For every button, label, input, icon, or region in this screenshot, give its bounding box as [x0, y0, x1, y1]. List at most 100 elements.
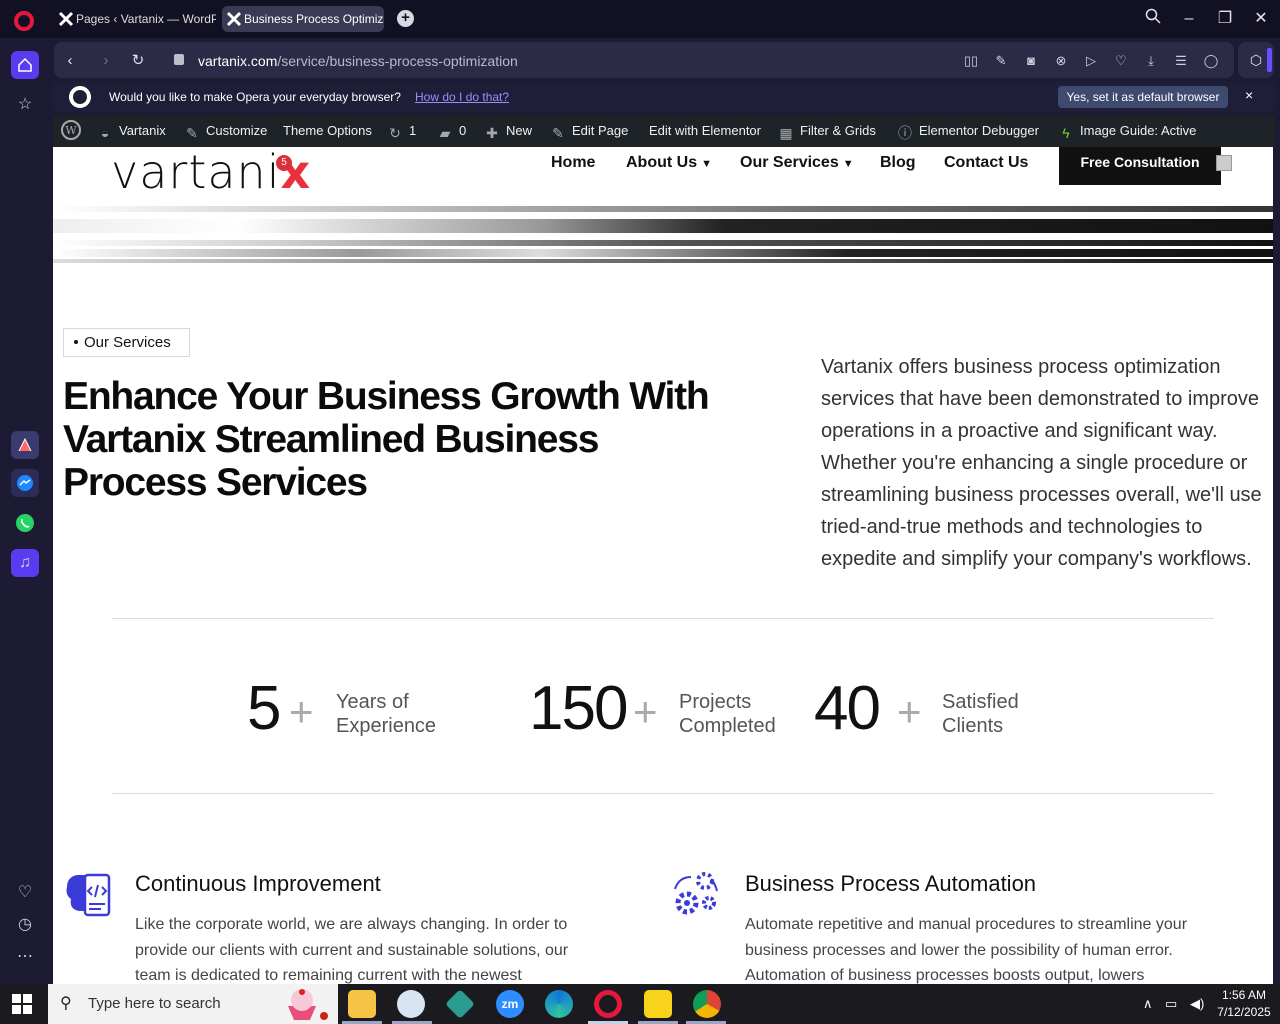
pinboard-heart-icon[interactable]: ♡: [1112, 52, 1130, 70]
stat-clients: 40 + Satisfied Clients: [814, 674, 1054, 744]
wp-site-name[interactable]: ◒ Vartanix: [97, 115, 166, 147]
url-path: /service/business-process-optimization: [277, 53, 518, 69]
tray-expand-icon[interactable]: ∧: [1143, 996, 1153, 1012]
nav-about-us[interactable]: About Us ▼: [626, 154, 712, 172]
nav-home[interactable]: Home: [551, 154, 595, 172]
hero-banner-image: [53, 205, 1273, 265]
wp-customize[interactable]: ✎ Customize: [184, 115, 267, 147]
url-host: vartanix.com: [198, 53, 278, 69]
free-consultation-button[interactable]: Free Consultation: [1059, 147, 1221, 185]
prompt-help-link[interactable]: How do I do that?: [415, 90, 509, 104]
brush-icon: ✎: [186, 125, 198, 141]
wp-site-label: Vartanix: [119, 123, 166, 138]
wp-comments[interactable]: ▰ 0: [437, 115, 467, 147]
file-explorer-icon[interactable]: [348, 990, 376, 1018]
taskbar-search-input[interactable]: ⚲ Type here to search: [48, 984, 338, 1024]
download-icon[interactable]: ⤓: [1142, 52, 1160, 70]
messenger-icon[interactable]: [11, 469, 39, 497]
forward-button[interactable]: ›: [96, 51, 116, 71]
stat-label-line: Projects: [679, 691, 752, 713]
adblock-icon[interactable]: ⊗: [1052, 52, 1070, 70]
address-bar: ‹ › ↻ vartanix.com/service/business-proc…: [54, 42, 1234, 78]
tab-business-process[interactable]: Business Process Optimiza: [222, 6, 384, 32]
flow-icon[interactable]: ▷: [1082, 52, 1100, 70]
windows-start-icon[interactable]: [12, 994, 32, 1014]
gears-automation-icon: [674, 872, 718, 915]
search-icon: ⚲: [60, 995, 72, 1012]
chrome-browser-icon[interactable]: [693, 990, 721, 1018]
sticky-notes-icon[interactable]: [644, 990, 672, 1018]
volume-icon[interactable]: ◀): [1190, 996, 1204, 1012]
aria-app-icon[interactable]: [11, 431, 39, 459]
wp-updates[interactable]: ↻ 1: [387, 115, 416, 147]
wp-elementor-debugger[interactable]: ⓘ Elementor Debugger: [897, 115, 1039, 147]
stat-label-line: Years of: [336, 691, 409, 713]
more-options-icon[interactable]: ⋯: [11, 943, 39, 971]
section-tag-label: Our Services: [84, 334, 171, 351]
stat-projects: 150 + Projects Completed: [529, 674, 809, 744]
tab-search-icon[interactable]: [1142, 8, 1164, 30]
set-default-button[interactable]: Yes, set it as default browser: [1058, 86, 1228, 108]
sidebar-toggle-indicator[interactable]: [1267, 48, 1272, 72]
heart-icon[interactable]: ♡: [11, 879, 39, 907]
taskbar-clock[interactable]: 1:56 AM 7/12/2025: [1213, 987, 1275, 1021]
music-player-icon[interactable]: ♫: [11, 549, 39, 577]
stat-label: Projects Completed: [679, 690, 829, 738]
wp-edit-elementor[interactable]: Edit with Elementor: [649, 115, 761, 147]
opera-menu-icon[interactable]: [14, 11, 34, 31]
feature-text: Like the corporate world, we are always …: [135, 916, 569, 984]
nav-contact-us[interactable]: Contact Us: [944, 154, 1028, 172]
zoom-app-icon[interactable]: zm: [496, 990, 524, 1018]
stat-years: 5 + Years of Experience: [247, 674, 507, 744]
cupcake-search-highlight-icon: [288, 989, 328, 1020]
browser-tab-strip: Pages ‹ Vartanix — WordP Business Proces…: [0, 0, 1280, 38]
stat-plus: +: [897, 688, 922, 735]
opera-browser-icon[interactable]: [594, 990, 622, 1018]
history-icon[interactable]: ◷: [11, 911, 39, 939]
nav-our-services[interactable]: Our Services ▼: [740, 154, 854, 172]
new-tab-button[interactable]: +: [397, 10, 414, 27]
reader-mode-icon[interactable]: ▯▯: [962, 52, 980, 70]
chevron-down-icon: ▼: [842, 158, 854, 170]
wp-new[interactable]: ✚ New: [484, 115, 532, 147]
chevron-down-icon: ▼: [701, 158, 712, 170]
opera-logo-icon: [69, 86, 91, 108]
logo-wordmark: vartani: [111, 147, 281, 199]
edge-browser-icon[interactable]: [545, 990, 573, 1018]
network-icon[interactable]: ▭: [1165, 996, 1177, 1012]
stat-label-line: Experience: [336, 715, 437, 737]
nav-blog[interactable]: Blog: [880, 154, 916, 172]
avatar[interactable]: [1216, 155, 1232, 171]
profile-icon[interactable]: ◯: [1202, 52, 1220, 70]
maximize-button[interactable]: ❐: [1214, 8, 1236, 30]
prompt-close-button[interactable]: ×: [1245, 87, 1253, 103]
comment-icon: ▰: [439, 125, 451, 141]
back-button[interactable]: ‹: [60, 51, 80, 71]
camera-icon[interactable]: ◙: [1022, 52, 1040, 70]
reload-button[interactable]: ↻: [128, 51, 148, 71]
home-icon[interactable]: [11, 51, 39, 79]
url-field[interactable]: vartanix.com/service/business-process-op…: [198, 53, 518, 69]
whatsapp-icon[interactable]: [11, 509, 39, 537]
easy-setup-icon[interactable]: ☰: [1172, 52, 1190, 70]
close-window-button[interactable]: ✕: [1250, 8, 1272, 30]
wordpress-logo-icon[interactable]: W: [61, 115, 81, 147]
tab-wordpress-pages[interactable]: Pages ‹ Vartanix — WordP: [54, 6, 216, 32]
grid-icon: ▦: [779, 125, 793, 141]
minimize-button[interactable]: –: [1178, 8, 1200, 30]
wp-admin-bar: W ◒ Vartanix ✎ Customize Theme Options ↻ 1 …: [53, 115, 1275, 147]
tab-label: Pages ‹ Vartanix — WordP: [76, 12, 216, 26]
edit-icon[interactable]: ✎: [992, 52, 1010, 70]
paint-app-icon[interactable]: [397, 990, 425, 1018]
bullet-dot: [74, 340, 78, 344]
wp-theme-options[interactable]: Theme Options: [283, 115, 372, 147]
wp-image-guide[interactable]: ϟ Image Guide: Active: [1058, 115, 1196, 147]
wp-edit-page[interactable]: ✎ Edit Page: [550, 115, 628, 147]
wp-filter-grids[interactable]: ▦ Filter & Grids: [778, 115, 875, 147]
stat-label-line: Clients: [942, 715, 1004, 737]
bookmarks-icon[interactable]: ☆: [11, 91, 39, 119]
svg-text:W: W: [65, 124, 77, 137]
brain-code-icon: [66, 873, 111, 917]
bolt-icon: ϟ: [1062, 125, 1070, 141]
gem-app-icon[interactable]: [445, 989, 475, 1019]
